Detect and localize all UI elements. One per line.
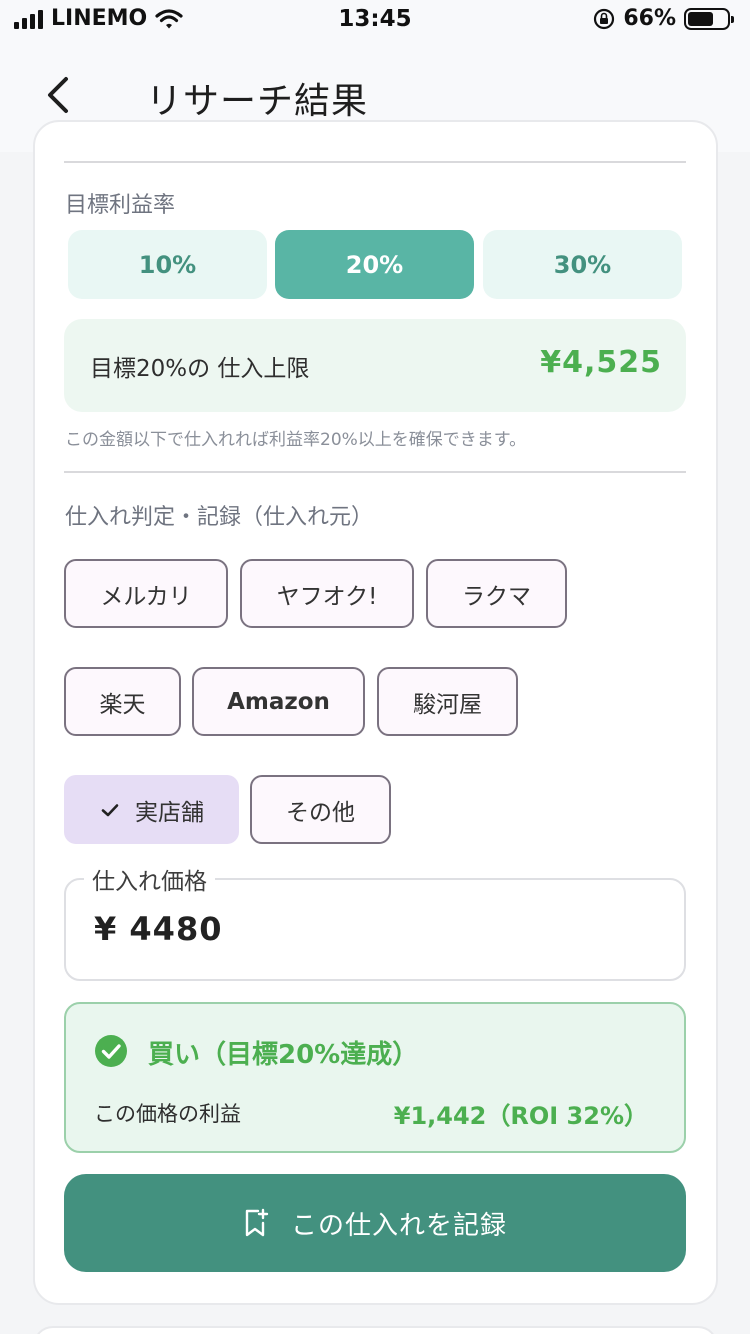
target-rate-label: 目標利益率 [65,193,176,218]
source-chip-rakuma[interactable]: ラクマ [426,559,567,628]
check-circle-icon [95,1035,127,1067]
chevron-left-icon [48,77,68,113]
judgement-title: 買い（目標20%達成） [148,1040,419,1070]
battery-icon [684,7,734,30]
rotation-lock-icon [594,8,615,29]
profit-label: この価格の利益 [94,1102,241,1126]
check-icon [101,803,119,816]
purchase-limit-value: ¥4,525 [540,345,662,380]
record-purchase-label: この仕入れを記録 [290,1210,507,1241]
purchase-limit-label: 目標20%の 仕入上限 [90,356,310,382]
status-bar: LINEMO 13:45 66% [0,0,750,40]
profit-value: ¥1,442（ROI 32%） [393,1102,648,1130]
source-section-label: 仕入れ判定・記録（仕入れ元） [65,505,374,530]
target-option-30[interactable]: 30% [483,230,682,299]
judgement-result-box: 買い（目標20%達成） この価格の利益 ¥1,442（ROI 32%） [64,1002,686,1153]
divider [64,161,686,163]
page-title: リサーチ結果 [146,81,369,122]
source-chip-yahuoku[interactable]: ヤフオク! [240,559,414,628]
limit-note: この金額以下で仕入れれば利益率20%以上を確保できます。 [65,430,527,450]
back-button[interactable] [36,70,80,120]
battery-percent: 66% [623,6,676,31]
bookmark-add-icon [245,1208,269,1237]
purchase-price-label: 仕入れ価格 [84,862,215,896]
record-purchase-button[interactable]: この仕入れを記録 [64,1174,686,1272]
source-chip-store[interactable]: 実店舗 [64,775,239,844]
target-option-10[interactable]: 10% [68,230,267,299]
source-chip-other[interactable]: その他 [250,775,391,844]
divider [64,471,686,473]
purchase-limit-box: 目標20%の 仕入上限 ¥4,525 [64,319,686,412]
source-chip-amazon[interactable]: Amazon [192,667,365,736]
source-chip-store-label: 実店舗 [135,799,204,826]
target-option-20[interactable]: 20% [275,230,474,299]
purchase-price-value: ¥ 4480 [94,910,223,948]
source-chip-rakuten[interactable]: 楽天 [64,667,181,736]
source-chip-mercari[interactable]: メルカリ [64,559,228,628]
next-card [33,1326,718,1334]
status-right: 66% [593,6,734,31]
source-chip-surugaya[interactable]: 駿河屋 [377,667,518,736]
